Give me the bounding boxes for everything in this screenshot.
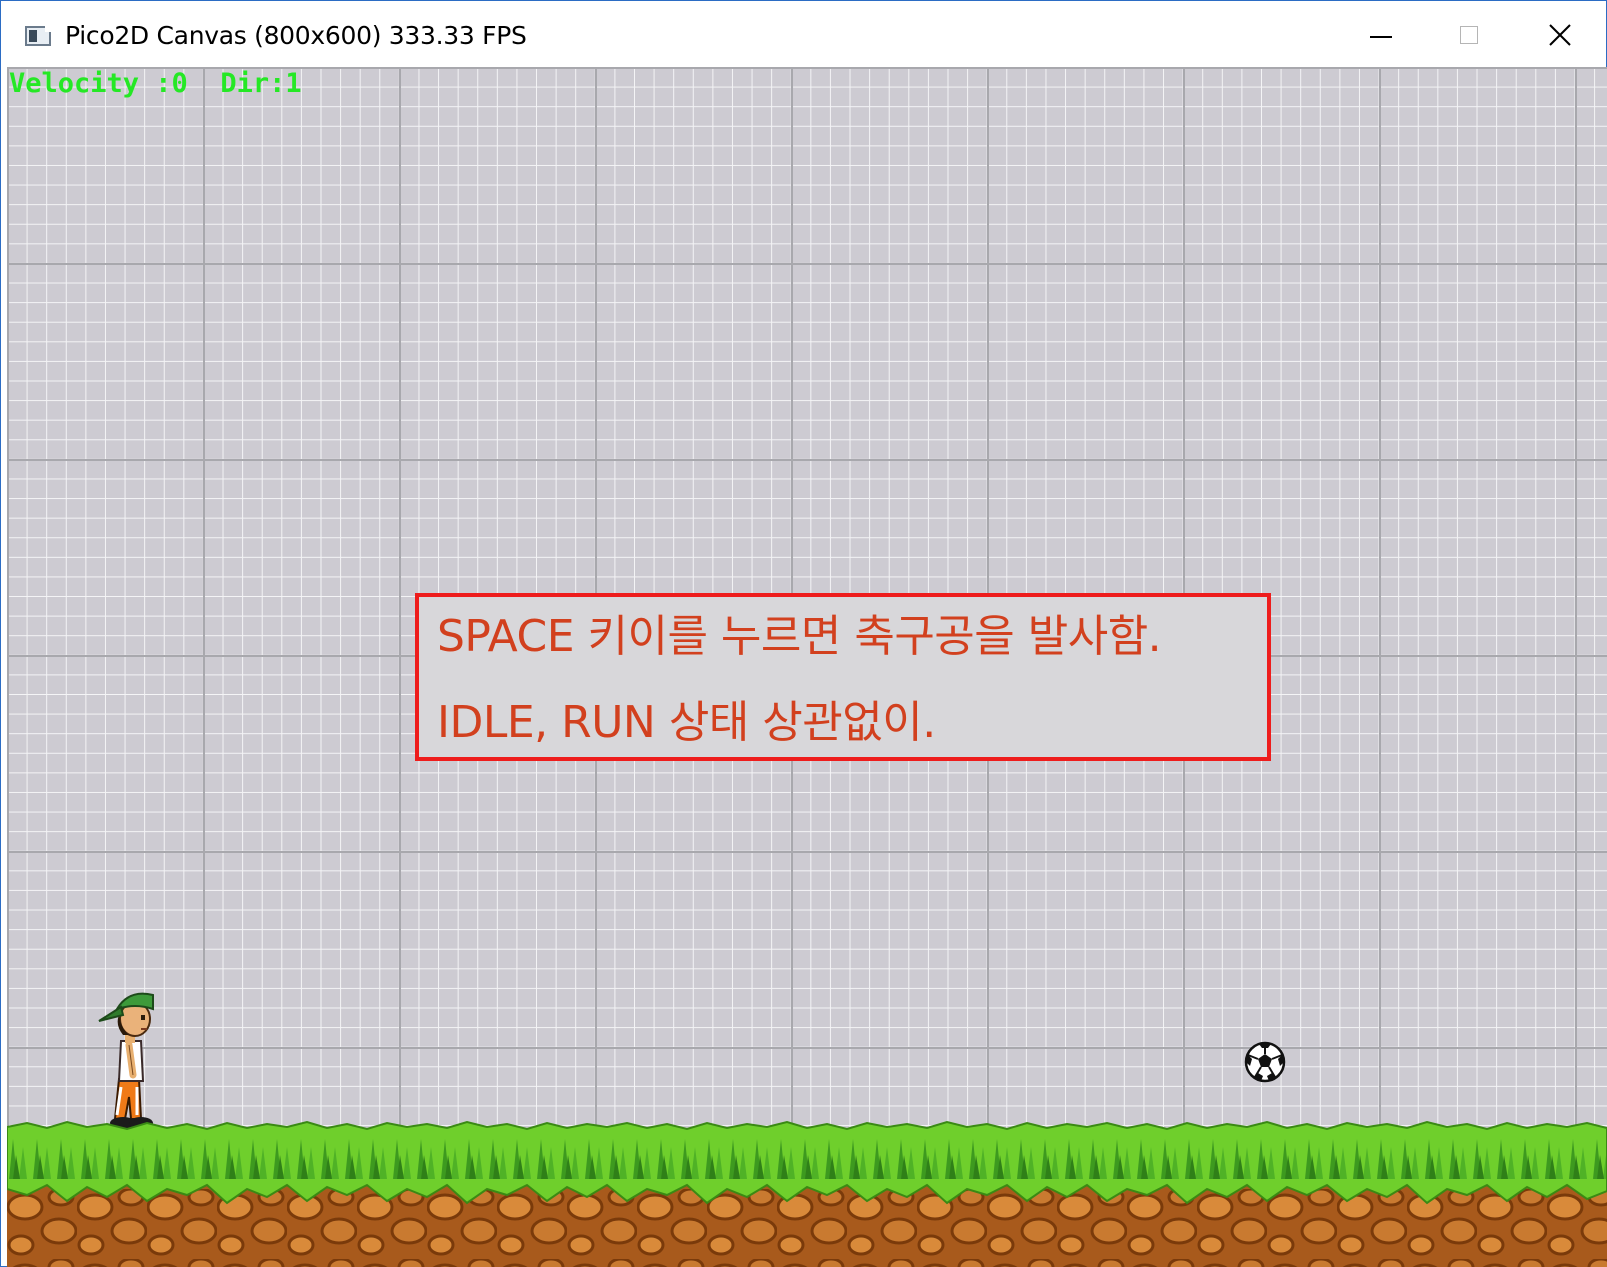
player-character: [98, 992, 154, 1129]
game-canvas[interactable]: Velocity :0 Dir:1 SPACE 키이를 누르면 축구공을 발사함…: [7, 67, 1607, 1267]
soccer-ball: [1244, 1041, 1286, 1083]
instruction-line-2: IDLE, RUN 상태 상관없이.: [437, 697, 936, 748]
instruction-box: SPACE 키이를 누르면 축구공을 발사함. IDLE, RUN 상태 상관없…: [415, 593, 1271, 761]
title-bar[interactable]: Pico2D Canvas (800x600) 333.33 FPS: [1, 1, 1606, 67]
window-title: Pico2D Canvas (800x600) 333.33 FPS: [65, 21, 527, 50]
instruction-line-1: SPACE 키이를 누르면 축구공을 발사함.: [437, 611, 1162, 662]
app-window: Pico2D Canvas (800x600) 333.33 FPS Veloc…: [0, 0, 1607, 1267]
maximize-icon: [1460, 26, 1478, 44]
app-window-icon: [25, 26, 51, 46]
maximize-button[interactable]: [1425, 1, 1515, 67]
minimize-icon: [1370, 36, 1392, 38]
grass-ground: [7, 1120, 1607, 1267]
hud-status-text: Velocity :0 Dir:1: [9, 68, 302, 99]
minimize-button[interactable]: [1336, 1, 1426, 67]
close-button[interactable]: [1515, 1, 1605, 67]
close-icon: [1549, 24, 1571, 46]
